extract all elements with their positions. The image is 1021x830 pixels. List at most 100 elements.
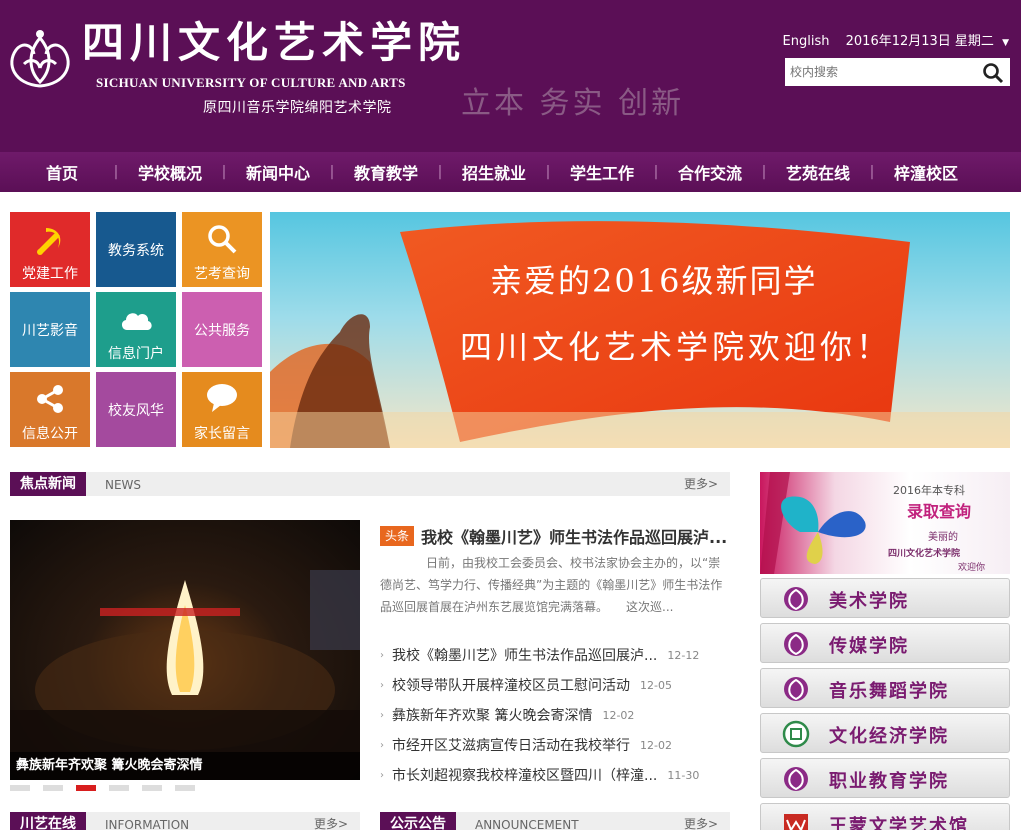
college-name: 职业教育学院 <box>829 771 949 792</box>
tile-label: 信息公开 <box>22 426 78 442</box>
college-seal-icon <box>782 720 810 748</box>
nav-item-education[interactable]: 教育教学 | <box>338 160 446 184</box>
online-section-header: 川艺在线 INFORMATION 更多> <box>10 812 360 830</box>
nav-label[interactable]: 艺苑在线 <box>770 160 866 184</box>
bonfire-photo <box>10 570 360 780</box>
nav-label[interactable]: 新闻中心 <box>230 160 326 184</box>
college-button-wang-meng-museum[interactable]: 王蒙文学艺术馆 <box>760 803 1010 830</box>
news-title[interactable]: 市长刘超视察我校梓潼校区暨四川（梓潼... <box>392 765 657 785</box>
college-button-music-dance[interactable]: 音乐舞蹈学院 <box>760 668 1010 708</box>
nav-divider: | <box>221 164 227 180</box>
search-icon[interactable] <box>982 62 1004 84</box>
nav-item-admission[interactable]: 招生就业 | <box>446 160 554 184</box>
admission-slogan-1: 美丽的 <box>928 532 958 543</box>
party-emblem-icon <box>37 228 61 255</box>
list-item[interactable]: › 市经开区艾滋病宣传日活动在我校举行 12-02 <box>380 730 730 760</box>
slider-dot[interactable] <box>109 785 129 791</box>
admission-slogan-3: 欢迎你 <box>958 563 986 573</box>
list-item[interactable]: › 我校《翰墨川艺》师生书法作品巡回展泸... 12-12 <box>380 640 730 670</box>
slider-dot[interactable] <box>10 785 30 791</box>
nav-item-students[interactable]: 学生工作 | <box>554 160 662 184</box>
tile-academic-system[interactable]: 教务系统 <box>96 212 176 287</box>
tile-label: 艺考查询 <box>194 266 250 282</box>
slider-dot[interactable] <box>175 785 195 791</box>
section-tab[interactable]: 公示公告 <box>380 812 456 830</box>
nav-label[interactable]: 学校概况 <box>122 160 218 184</box>
english-link[interactable]: English <box>783 34 830 49</box>
photo-caption[interactable]: 彝族新年齐欢聚 篝火晚会寄深情 <box>10 752 360 780</box>
tile-public-service[interactable]: 公共服务 <box>182 292 262 367</box>
college-button-fine-arts[interactable]: 美术学院 <box>760 578 1010 618</box>
news-title[interactable]: 市经开区艾滋病宣传日活动在我校举行 <box>392 735 630 755</box>
more-link[interactable]: 更多> <box>314 812 348 830</box>
logo-chinese-name[interactable]: 四川文化艺术学院 <box>82 18 466 68</box>
tile-parent-message[interactable]: 家长留言 <box>182 372 262 447</box>
tile-party-work[interactable]: 党建工作 <box>10 212 90 287</box>
section-tab[interactable]: 川艺在线 <box>10 812 86 830</box>
college-button-vocational[interactable]: 职业教育学院 <box>760 758 1010 798</box>
headline-title[interactable]: 我校《翰墨川艺》师生书法作品巡回展泸... <box>421 524 727 548</box>
college-name: 王蒙文学艺术馆 <box>829 816 969 830</box>
slider-dot[interactable] <box>142 785 162 791</box>
section-tab[interactable]: 焦点新闻 <box>10 472 86 496</box>
more-link[interactable]: 更多> <box>684 472 718 496</box>
nav-item-online[interactable]: 艺苑在线 | <box>770 160 878 184</box>
nav-label[interactable]: 教育教学 <box>338 160 434 184</box>
nav-label[interactable]: 首页 <box>14 160 110 184</box>
list-item[interactable]: › 彝族新年齐欢聚 篝火晚会寄深情 12-02 <box>380 700 730 730</box>
butterfly-icon <box>760 472 866 574</box>
news-date: 12-02 <box>640 738 672 752</box>
search-box <box>785 58 1010 86</box>
tile-media[interactable]: 川艺影音 <box>10 292 90 367</box>
school-emblem-icon[interactable] <box>4 24 76 94</box>
nav-item-home[interactable]: 首页 | <box>14 160 122 184</box>
search-input[interactable] <box>785 58 975 86</box>
share-icon <box>37 385 63 413</box>
admission-query-banner[interactable]: 2016年本专科 录取查询 美丽的 四川文化艺术学院 欢迎你 <box>760 472 1010 574</box>
school-emblem-icon <box>784 587 808 611</box>
bullet-icon: › <box>380 769 384 781</box>
bullet-icon: › <box>380 679 384 691</box>
news-title[interactable]: 校领导带队开展梓潼校区员工慰问活动 <box>392 675 630 695</box>
nav-label[interactable]: 学生工作 <box>554 160 650 184</box>
slider-dot[interactable] <box>43 785 63 791</box>
tile-info-portal[interactable]: 信息门户 <box>96 292 176 367</box>
caret-down-icon[interactable]: ▼ <box>1002 38 1009 48</box>
nav-divider: | <box>113 164 119 180</box>
tile-label: 党建工作 <box>22 266 78 282</box>
college-button-media[interactable]: 传媒学院 <box>760 623 1010 663</box>
nav-label[interactable]: 梓潼校区 <box>878 160 974 184</box>
news-photo-slider[interactable]: 彝族新年齐欢聚 篝火晚会寄深情 <box>10 520 360 780</box>
news-title[interactable]: 彝族新年齐欢聚 篝火晚会寄深情 <box>392 705 592 725</box>
quick-link-tiles: 党建工作 教务系统 艺考查询 川艺影音 信息门户 公共服务 信息公开 校友风华 <box>10 212 262 448</box>
top-links: English 2016年12月13日 星期二 ▼ <box>783 30 1009 49</box>
news-list: › 我校《翰墨川艺》师生书法作品巡回展泸... 12-12 › 校领导带队开展梓潼校区… <box>380 640 730 790</box>
main-nav: 首页 | 学校概况 | 新闻中心 | 教育教学 | 招生就业 | 学生工作 | 合作交流 | … <box>0 152 1021 192</box>
college-button-culture-economy[interactable]: 文化经济学院 <box>760 713 1010 753</box>
nav-label[interactable]: 招生就业 <box>446 160 542 184</box>
bullet-icon: › <box>380 649 384 661</box>
nav-item-cooperation[interactable]: 合作交流 | <box>662 160 770 184</box>
list-item[interactable]: › 市长刘超视察我校梓潼校区暨四川（梓潼... 11-30 <box>380 760 730 790</box>
nav-item-news[interactable]: 新闻中心 | <box>230 160 338 184</box>
tile-alumni[interactable]: 校友风华 <box>96 372 176 447</box>
tile-info-disclosure[interactable]: 信息公开 <box>10 372 90 447</box>
nav-divider: | <box>437 164 443 180</box>
news-title[interactable]: 我校《翰墨川艺》师生书法作品巡回展泸... <box>392 645 657 665</box>
nav-item-zitong-campus[interactable]: 梓潼校区 <box>878 160 974 184</box>
more-link[interactable]: 更多> <box>684 812 718 830</box>
tile-label: 校友风华 <box>108 403 164 419</box>
list-item[interactable]: › 校领导带队开展梓潼校区员工慰问活动 12-05 <box>380 670 730 700</box>
admission-slogan-2: 四川文化艺术学院 <box>888 549 961 559</box>
nav-label[interactable]: 合作交流 <box>662 160 758 184</box>
logo-former-name: 原四川音乐学院绵阳艺术学院 <box>203 100 392 116</box>
college-name: 文化经济学院 <box>829 726 949 747</box>
nav-divider: | <box>869 164 875 180</box>
slider-dot-active[interactable] <box>76 785 96 791</box>
nav-item-about[interactable]: 学校概况 | <box>122 160 230 184</box>
news-date: 11-30 <box>667 768 700 782</box>
news-date: 12-05 <box>640 678 672 692</box>
welcome-banner[interactable]: 亲爱的2016级新同学 四川文化艺术学院欢迎你！ <box>270 212 1010 448</box>
tile-exam-query[interactable]: 艺考查询 <box>182 212 262 287</box>
school-emblem-icon <box>784 767 808 791</box>
